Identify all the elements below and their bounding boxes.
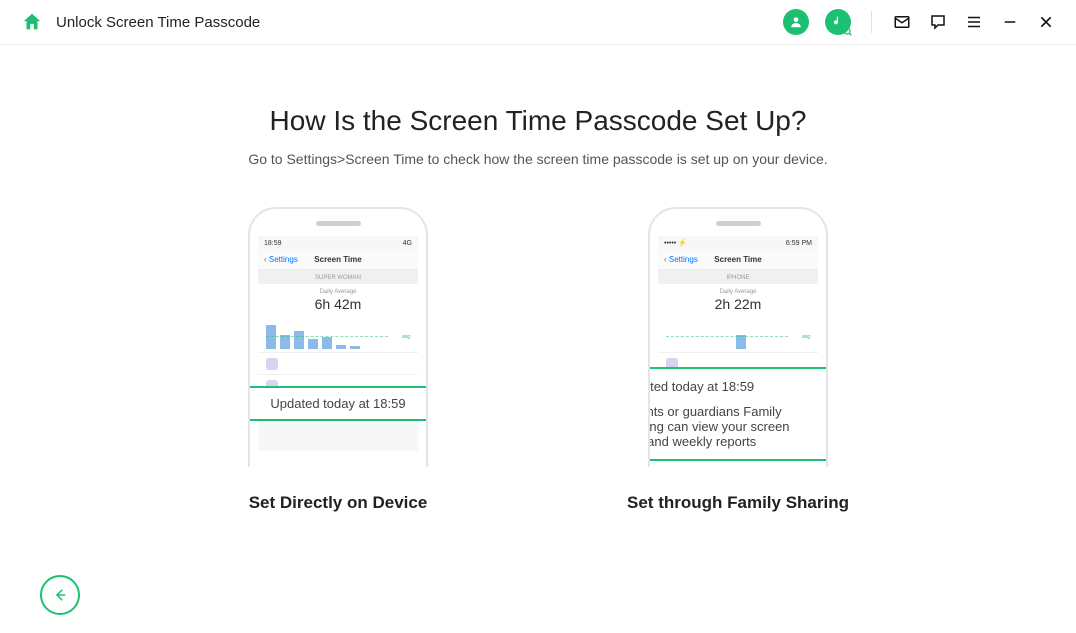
phone-mockup: ••••• ⚡ 6:59 PM ‹ Settings Screen Time I… [648, 207, 828, 467]
close-icon[interactable] [1036, 12, 1056, 32]
row-icon [266, 358, 278, 370]
page-subtitle: Go to Settings>Screen Time to check how … [0, 151, 1076, 167]
callout-line: Parents or guardians Family Sharing can … [648, 404, 816, 449]
chart: avg [258, 317, 418, 352]
nav-back: ‹ Settings [664, 255, 698, 264]
phone-speaker [316, 221, 361, 226]
daily-avg-label: Daily Average [666, 289, 810, 295]
mail-icon[interactable] [892, 12, 912, 32]
bar [266, 325, 276, 349]
bar [322, 337, 332, 349]
status-right: 6:59 PM [786, 240, 812, 247]
option-family-sharing[interactable]: ••••• ⚡ 6:59 PM ‹ Settings Screen Time I… [598, 207, 878, 513]
avg-tag: avg [402, 334, 410, 340]
daily-avg-value: 2h 22m [666, 296, 810, 312]
list-row [258, 352, 418, 374]
minimize-icon[interactable] [1000, 12, 1020, 32]
app-header: Unlock Screen Time Passcode [0, 0, 1076, 45]
header-right [783, 9, 1056, 35]
bar [294, 331, 304, 349]
header-left: Unlock Screen Time Passcode [20, 10, 260, 34]
bar [336, 345, 346, 349]
daily-average: Daily Average 6h 42m [258, 284, 418, 317]
callout-line: Updated today at 18:59 [248, 396, 428, 411]
callout-line: Updated today at 18:59 [648, 379, 816, 394]
avg-tag: avg [802, 334, 810, 340]
bar [280, 335, 290, 349]
status-time: 18:59 [264, 240, 282, 247]
nav-back: ‹ Settings [264, 255, 298, 264]
status-signal: ••••• ⚡ [664, 239, 687, 247]
phone-navbar: ‹ Settings Screen Time [258, 250, 418, 270]
user-icon[interactable] [783, 9, 809, 35]
bar [308, 339, 318, 349]
divider [871, 11, 872, 33]
nav-title: Screen Time [314, 255, 361, 264]
option-label: Set through Family Sharing [627, 493, 849, 513]
option-label: Set Directly on Device [249, 493, 428, 513]
status-right: 4G [403, 240, 412, 247]
daily-average: Daily Average 2h 22m [658, 284, 818, 317]
section-label: SUPER WOMAN [258, 270, 418, 284]
section-label: IPHONE [658, 270, 818, 284]
main-content: How Is the Screen Time Passcode Set Up? … [0, 45, 1076, 513]
back-button[interactable] [40, 575, 80, 615]
phone-mockup: 18:59 4G ‹ Settings Screen Time SUPER WO… [248, 207, 428, 467]
home-icon[interactable] [20, 10, 44, 34]
music-icon[interactable] [825, 9, 851, 35]
phone-speaker [716, 221, 761, 226]
daily-avg-label: Daily Average [266, 289, 410, 295]
daily-avg-value: 6h 42m [266, 296, 410, 312]
options-row: 18:59 4G ‹ Settings Screen Time SUPER WO… [0, 207, 1076, 513]
bar [350, 346, 360, 349]
bar [736, 335, 746, 349]
page-title: How Is the Screen Time Passcode Set Up? [0, 105, 1076, 137]
nav-title: Screen Time [714, 255, 761, 264]
menu-icon[interactable] [964, 12, 984, 32]
chart: avg [658, 317, 818, 352]
callout: Updated today at 18:59 [248, 386, 428, 421]
app-title: Unlock Screen Time Passcode [56, 14, 260, 31]
phone-navbar: ‹ Settings Screen Time [658, 250, 818, 270]
phone-statusbar: ••••• ⚡ 6:59 PM [658, 236, 818, 250]
phone-statusbar: 18:59 4G [258, 236, 418, 250]
callout: Updated today at 18:59 Parents or guardi… [648, 367, 828, 461]
feedback-icon[interactable] [928, 12, 948, 32]
option-direct-on-device[interactable]: 18:59 4G ‹ Settings Screen Time SUPER WO… [198, 207, 478, 513]
